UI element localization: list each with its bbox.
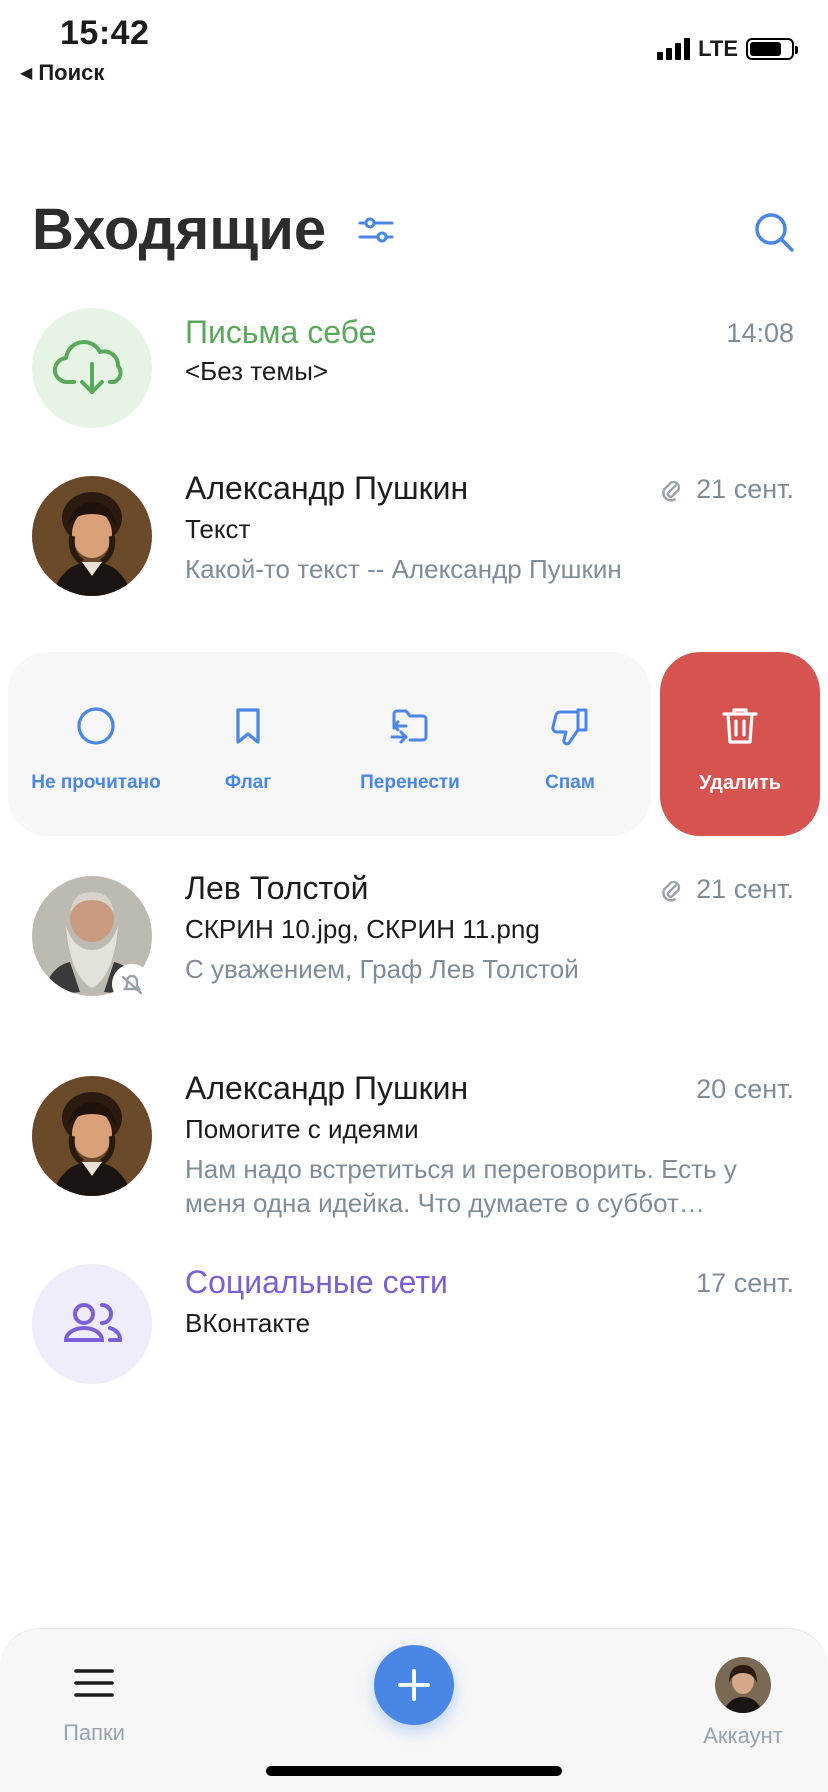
trash-icon bbox=[722, 708, 758, 744]
message-row[interactable]: Александр Пушкин 20 сент. Помогите с иде… bbox=[0, 1070, 828, 1230]
sender-name: Социальные сети bbox=[185, 1264, 448, 1300]
people-icon bbox=[63, 1303, 123, 1342]
unread-label: Не прочитано bbox=[31, 772, 161, 793]
account-label: Аккаунт bbox=[703, 1723, 783, 1748]
account-avatar bbox=[715, 1657, 771, 1713]
move-label: Перенести bbox=[360, 772, 460, 793]
social-avatar bbox=[32, 1264, 152, 1384]
folders-tab[interactable]: Папки bbox=[52, 1665, 136, 1746]
message-date: 21 сент. bbox=[658, 474, 794, 505]
account-tab[interactable]: Аккаунт bbox=[688, 1657, 798, 1749]
circle-icon bbox=[77, 707, 115, 745]
status-time: 15:42 bbox=[60, 14, 150, 52]
move-button[interactable]: Перенести bbox=[330, 652, 490, 836]
message-row[interactable]: Александр Пушкин 21 сент. Текст Какой-то… bbox=[0, 470, 828, 600]
message-date: 20 сент. bbox=[696, 1074, 794, 1104]
spam-button[interactable]: Спам bbox=[490, 652, 650, 836]
self-mail-avatar bbox=[32, 308, 152, 428]
attachment-icon bbox=[662, 480, 681, 502]
sender-name: Лев Толстой bbox=[185, 870, 369, 906]
compose-button[interactable] bbox=[374, 1645, 454, 1725]
message-preview: Какой-то текст -- Александр Пушкин bbox=[185, 554, 622, 584]
battery-icon bbox=[746, 38, 798, 60]
back-label: Поиск bbox=[38, 60, 105, 85]
folders-label: Папки bbox=[63, 1720, 125, 1745]
thumbs-down-icon bbox=[551, 708, 588, 746]
signal-icon bbox=[657, 38, 691, 60]
portrait-pushkin bbox=[32, 476, 152, 596]
sender-name: Александр Пушкин bbox=[185, 470, 469, 506]
download-icon bbox=[53, 340, 123, 394]
avatar bbox=[32, 1076, 152, 1196]
swipe-actions-panel: Не прочитано Флаг Перенести Спам bbox=[8, 652, 651, 836]
bell-off-icon bbox=[121, 974, 143, 995]
filter-icon[interactable] bbox=[356, 210, 396, 250]
sender-name: Александр Пушкин bbox=[185, 1070, 469, 1106]
inbox-screen: 15:42 ◀ Поиск LTE Входящие Письма себе 1… bbox=[0, 0, 828, 1792]
home-indicator bbox=[266, 1766, 562, 1776]
message-date: 21 сент. bbox=[658, 874, 794, 905]
attachment-icon bbox=[662, 880, 681, 902]
message-preview: Нам надо встретиться и переговорить. Ест… bbox=[185, 1154, 737, 1218]
plus-icon bbox=[398, 1669, 430, 1701]
delete-label: Удалить bbox=[698, 772, 782, 794]
page-title: Входящие bbox=[32, 197, 327, 262]
spam-label: Спам bbox=[545, 772, 595, 793]
status-indicators: LTE bbox=[657, 36, 798, 62]
avatar bbox=[32, 476, 152, 596]
bookmark-icon bbox=[236, 708, 260, 744]
sender-name: Письма себе bbox=[185, 314, 377, 350]
flag-button[interactable]: Флаг bbox=[168, 652, 328, 836]
message-date: 17 сент. bbox=[696, 1268, 794, 1298]
back-triangle-icon: ◀ bbox=[20, 65, 33, 82]
search-icon[interactable] bbox=[752, 210, 796, 254]
message-preview: С уважением, Граф Лев Толстой bbox=[185, 954, 579, 984]
message-subject: Текст bbox=[185, 514, 251, 544]
move-folder-icon bbox=[390, 709, 428, 744]
message-row-self[interactable]: Письма себе 14:08 <Без темы> bbox=[0, 300, 828, 440]
message-subject: <Без темы> bbox=[185, 356, 329, 386]
portrait-pushkin bbox=[32, 1076, 152, 1196]
message-row[interactable]: Лев Толстой 21 сент. СКРИН 10.jpg, СКРИН… bbox=[0, 870, 828, 1004]
message-subject: Помогите с идеями bbox=[185, 1114, 419, 1144]
network-type: LTE bbox=[698, 36, 738, 61]
message-row-social[interactable]: Социальные сети 17 сент. ВКонтакте bbox=[0, 1264, 828, 1394]
message-subject: СКРИН 10.jpg, СКРИН 11.png bbox=[185, 914, 540, 944]
delete-button[interactable]: Удалить bbox=[660, 652, 820, 836]
message-subject: ВКонтакте bbox=[185, 1308, 311, 1338]
muted-badge bbox=[112, 964, 152, 1004]
menu-icon bbox=[74, 1669, 114, 1697]
mark-unread-button[interactable]: Не прочитано bbox=[16, 652, 176, 836]
message-date: 14:08 bbox=[726, 318, 794, 348]
flag-label: Флаг bbox=[224, 772, 272, 793]
back-to-search[interactable]: ◀ Поиск bbox=[20, 60, 104, 86]
